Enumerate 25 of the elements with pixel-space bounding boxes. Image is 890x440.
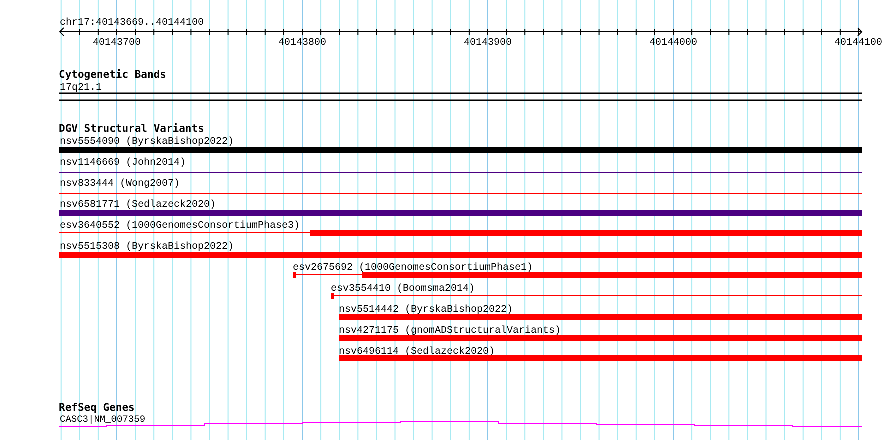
variant-label: nsv6581771 (Sedlazeck2020) [60,200,216,211]
track-title: DGV Structural Variants [59,123,204,135]
variant-label: esv3640552 (1000GenomesConsortiumPhase3) [60,221,300,232]
variant-label: esv3554410 (Boomsma2014) [331,284,476,295]
variant-bar[interactable] [331,293,862,299]
variant-label: esv2675692 (1000GenomesConsortiumPhase1) [293,263,534,274]
variant-label: nsv1146669 (John2014) [60,158,186,169]
variant-bar[interactable] [293,272,862,278]
tick-label: 40144100 [834,38,882,49]
tick-label: 40143700 [93,38,141,49]
tick-label: 40143800 [278,38,326,49]
tick-label: 40144000 [650,38,698,49]
variant-label: nsv6496114 (Sedlazeck2020) [339,347,496,358]
variant-label: nsv5554090 (ByrskaBishop2022) [60,137,234,148]
track-title: Cytogenetic Bands [59,69,166,81]
transcript-label: CASC3|NM_007359 [60,414,146,425]
variant-label: nsv5515308 (ByrskaBishop2022) [60,242,234,253]
variant-label: nsv4271175 (gnomADStructuralVariants) [339,326,562,337]
variant-label: nsv5514442 (ByrskaBishop2022) [339,305,514,316]
variant-label: nsv833444 (Wong2007) [60,179,180,190]
region-label: chr17:40143669..40144100 [60,18,204,29]
variant-bar[interactable] [59,230,862,236]
tick-label: 40143900 [464,38,512,49]
band-label: 17q21.1 [60,83,102,94]
track-title: RefSeq Genes [59,402,135,414]
